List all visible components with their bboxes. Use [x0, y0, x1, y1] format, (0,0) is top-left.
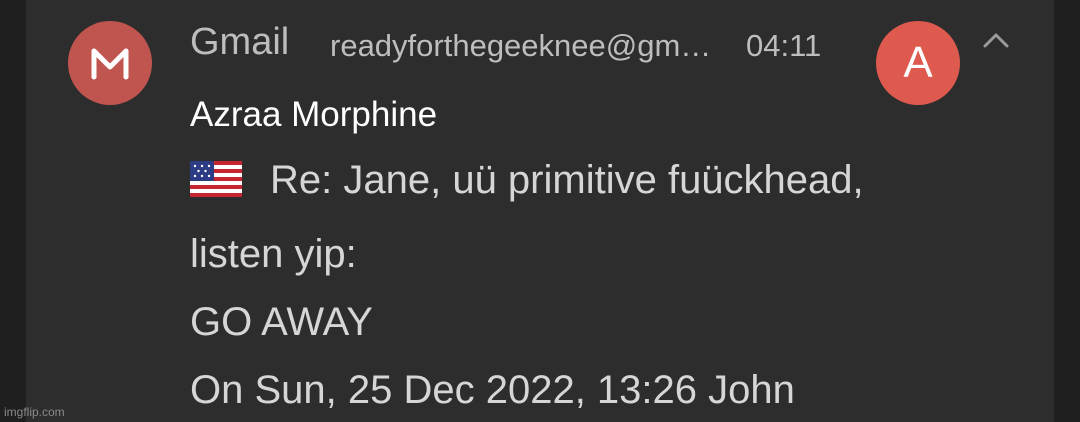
app-name: Gmail — [190, 21, 290, 63]
body-line-1: listen yip: — [190, 232, 357, 276]
sender-avatar: A — [876, 21, 960, 105]
notification-time: 04:11 — [746, 28, 822, 63]
body-line-2: GO AWAY — [190, 300, 373, 344]
us-flag-icon — [190, 161, 242, 197]
watermark: imgflip.com — [4, 405, 65, 419]
gmail-icon — [68, 21, 152, 105]
sender-name: Azraa Morphine — [190, 95, 438, 134]
body-line-3: On Sun, 25 Dec 2022, 13:26 John — [190, 368, 795, 412]
account-email: readyforthegeeknee@gm… — [330, 28, 712, 63]
email-subject: Re: Jane, uü primitive fuückhead, — [270, 158, 864, 202]
screen: Gmail readyforthegeeknee@gm… 04:11 A Azr… — [0, 0, 1080, 422]
chevron-up-icon[interactable] — [980, 26, 1012, 52]
